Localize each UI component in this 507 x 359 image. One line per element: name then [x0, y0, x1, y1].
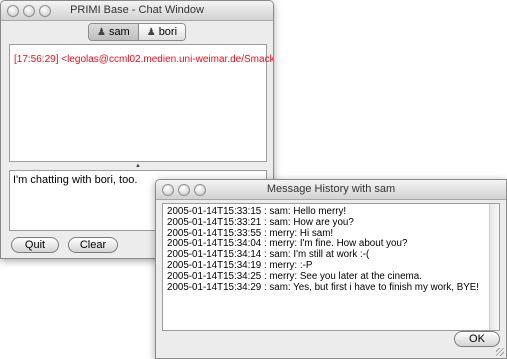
tab-bori[interactable]: ♟ bori [137, 24, 186, 40]
quit-button[interactable]: Quit [11, 237, 59, 253]
history-item: 2005-01-14T15:34:25 : merry: See you lat… [167, 270, 422, 282]
message-timestamp: [17:56:29] [14, 54, 59, 65]
history-window-title: Message History with sam [266, 183, 396, 195]
tab-label: sam [108, 26, 130, 38]
message-sender: <legolas@ccml02.medien.uni-weimar.de/Sma… [61, 54, 274, 65]
clear-button[interactable]: Clear [68, 237, 118, 253]
history-item: 2005-01-14T15:33:21 : sam: How are you? [167, 216, 354, 228]
chat-titlebar[interactable]: PRIMI Base - Chat Window [1, 1, 273, 21]
tab-label: bori [158, 26, 178, 38]
history-item: 2005-01-14T15:34:29 : sam: Yes, but firs… [167, 281, 480, 293]
chevron-up-icon: ▲ [135, 163, 141, 169]
chat-log-message: [17:56:29] <legolas@ccml02.medien.uni-we… [14, 54, 273, 65]
history-window: Message History with sam 2005-01-14T15:3… [155, 179, 507, 359]
user-icon: ♟ [96, 26, 106, 38]
vertical-scrollbar[interactable] [489, 204, 499, 330]
history-titlebar[interactable]: Message History with sam [156, 180, 506, 200]
ok-button[interactable]: OK [454, 331, 500, 347]
chat-window-title: PRIMI Base - Chat Window [70, 4, 204, 16]
history-list[interactable]: 2005-01-14T15:33:15 : sam: Hello merry! … [162, 203, 500, 331]
tab-sam[interactable]: ♟ sam [88, 24, 138, 40]
resize-grip-icon[interactable] [496, 348, 504, 356]
chat-log[interactable]: [17:56:29] <legolas@ccml02.medien.uni-we… [9, 44, 273, 162]
split-pane-divider[interactable]: ▲ [9, 163, 267, 169]
contact-tab-bar: ♟ sam ♟ bori [1, 22, 273, 42]
user-icon: ♟ [146, 26, 156, 38]
